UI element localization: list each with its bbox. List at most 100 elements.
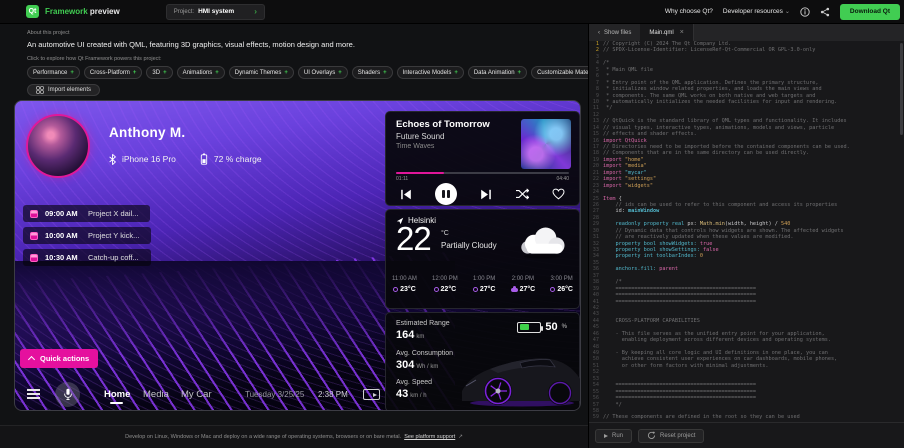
chevron-right-icon: › — [254, 8, 257, 16]
speed-label: Avg. Speed — [396, 379, 432, 386]
external-link-icon: ↗ — [458, 434, 463, 440]
battery-fill — [520, 324, 530, 330]
brand-name: Framework preview — [45, 7, 120, 16]
code-line: 59// These components are defined in the… — [589, 414, 904, 420]
consumption-value: 304Wh / km — [396, 359, 438, 371]
shuffle-button[interactable] — [515, 188, 529, 200]
editor-scrollbar[interactable] — [900, 43, 903, 135]
calendar-list: 09:00 AMProject X dail... 10:00 AMProject… — [23, 205, 151, 266]
shuffle-icon — [515, 188, 529, 200]
cloud-icon — [515, 222, 569, 265]
tag-ui-overlays[interactable]: UI Overlays+ — [298, 66, 348, 79]
forecast-column: 11:00 AM23°C — [392, 276, 417, 293]
tag-3d[interactable]: 3D+ — [146, 66, 172, 79]
developer-resources-link[interactable]: Developer resources⌄ — [723, 8, 790, 15]
nav-clock: 2:38 PM — [318, 390, 348, 399]
nav-active-underline — [110, 402, 123, 404]
about-description: An automotive UI created with QML, featu… — [27, 40, 588, 49]
microphone-icon — [63, 388, 73, 401]
album-art — [521, 119, 571, 169]
tab-main-qml[interactable]: Main.qml× — [640, 24, 693, 41]
heart-icon — [552, 188, 565, 200]
forecast-column: 2:00 PM27°C — [511, 276, 536, 293]
project-selector[interactable]: Project: HMI system › — [166, 4, 265, 20]
device-row: iPhone 16 Pro 72 % charge — [109, 153, 262, 165]
forecast-column: 3:00 PM26°C — [550, 276, 573, 293]
tag-cross-platform[interactable]: Cross-Platform+ — [84, 66, 143, 79]
download-qt-button[interactable]: Download Qt — [840, 4, 900, 20]
sun-icon — [473, 287, 478, 292]
menu-icon[interactable] — [27, 389, 40, 399]
hmi-dashboard-preview: Anthony M. iPhone 16 Pro 72 % charge 09:… — [14, 100, 581, 411]
play-icon — [604, 434, 608, 438]
quick-actions-button[interactable]: Quick actions — [20, 349, 98, 368]
tag-animations[interactable]: Animations+ — [177, 66, 225, 79]
temperature-unit: °C — [441, 230, 449, 237]
calendar-icon — [30, 254, 38, 262]
pause-button[interactable] — [435, 183, 457, 205]
range-label: Estimated Range — [396, 320, 450, 327]
import-icon — [36, 86, 44, 94]
tag-dynamic-themes[interactable]: Dynamic Themes+ — [229, 66, 294, 79]
project-name: HMI system — [198, 8, 234, 15]
calendar-item[interactable]: 10:00 AMProject Y kick... — [23, 227, 151, 244]
about-eyebrow: About this project — [27, 30, 588, 36]
nav-date: Tuesday 3/25/25 — [245, 390, 304, 399]
car-battery-icon — [517, 322, 541, 333]
display-cast-icon[interactable] — [363, 389, 380, 400]
footer-text: Develop on Linux, Windows or Mac and dep… — [125, 434, 401, 440]
weather-card: Helsinki 22 °C Partially Cloudy 11:00 AM… — [385, 209, 580, 309]
show-files-button[interactable]: ‹Show files — [589, 24, 640, 41]
previous-track-button[interactable] — [400, 189, 412, 200]
platform-support-link[interactable]: See platform support — [404, 434, 455, 440]
chevron-up-icon — [28, 356, 35, 363]
bluetooth-icon — [109, 154, 116, 165]
voice-assistant-button[interactable] — [55, 382, 80, 407]
sun-icon — [550, 287, 555, 292]
tag-data-animation[interactable]: Data Animation+ — [468, 66, 527, 79]
import-elements-button[interactable]: Import elements — [27, 84, 100, 96]
explore-hint: Click to explore how Qt Framework powers… — [27, 56, 588, 62]
code-area[interactable]: 1// Copyright (C) 2024 The Qt Company Lt… — [589, 41, 904, 422]
calendar-item[interactable]: 09:00 AMProject X dail... — [23, 205, 150, 222]
nav-item-media[interactable]: Media — [143, 389, 169, 400]
info-icon[interactable] — [800, 7, 810, 17]
reset-icon — [647, 431, 656, 440]
tag-shaders[interactable]: Shaders+ — [352, 66, 393, 79]
music-player-card: Echoes of Tomorrow Future Sound Time Wav… — [385, 111, 580, 206]
share-icon[interactable] — [820, 7, 830, 17]
range-value: 164km — [396, 329, 424, 341]
cloud-icon — [511, 288, 518, 292]
close-icon[interactable]: × — [680, 29, 684, 36]
next-track-button[interactable] — [480, 189, 492, 200]
chevron-left-icon: ‹ — [598, 30, 600, 36]
forecast-column: 12:00 PM22°C — [432, 276, 458, 293]
car-illustration — [460, 345, 580, 411]
device-name: iPhone 16 Pro — [122, 154, 176, 164]
sun-icon — [393, 287, 398, 292]
consumption-label: Avg. Consumption — [396, 350, 453, 357]
chevron-down-icon: ⌄ — [785, 8, 790, 15]
tag-interactive-models[interactable]: Interactive Models+ — [397, 66, 464, 79]
phone-battery-icon — [200, 153, 208, 165]
nav-item-home[interactable]: Home — [104, 389, 130, 400]
battery-percent: 50 — [545, 321, 557, 333]
feature-tags: Performance+ Cross-Platform+3D+ Animations… — [27, 66, 588, 79]
sun-icon — [434, 287, 439, 292]
reset-project-button[interactable]: Reset project — [638, 429, 704, 443]
track-album: Time Waves — [396, 143, 434, 150]
calendar-icon — [30, 232, 38, 240]
music-controls — [386, 182, 579, 206]
tag-performance[interactable]: Performance+ — [27, 66, 80, 79]
why-choose-qt-link[interactable]: Why choose Qt? — [665, 8, 713, 15]
footer-bar: Develop on Linux, Windows or Mac and dep… — [0, 425, 588, 448]
nav-item-mycar[interactable]: My Car — [181, 389, 212, 400]
calendar-item[interactable]: 10:30 AMCatch-up coff... — [23, 249, 151, 266]
music-progress-bar[interactable] — [396, 172, 569, 174]
run-button[interactable]: Run — [595, 429, 632, 443]
phone-battery-label: 72 % charge — [214, 154, 262, 164]
weather-condition: Partially Cloudy — [441, 241, 497, 250]
favorite-button[interactable] — [552, 188, 565, 200]
widget-column: Echoes of Tomorrow Future Sound Time Wav… — [385, 111, 580, 411]
car-stats-card: Estimated Range 164km 50 % Avg. Consumpt… — [385, 312, 580, 411]
